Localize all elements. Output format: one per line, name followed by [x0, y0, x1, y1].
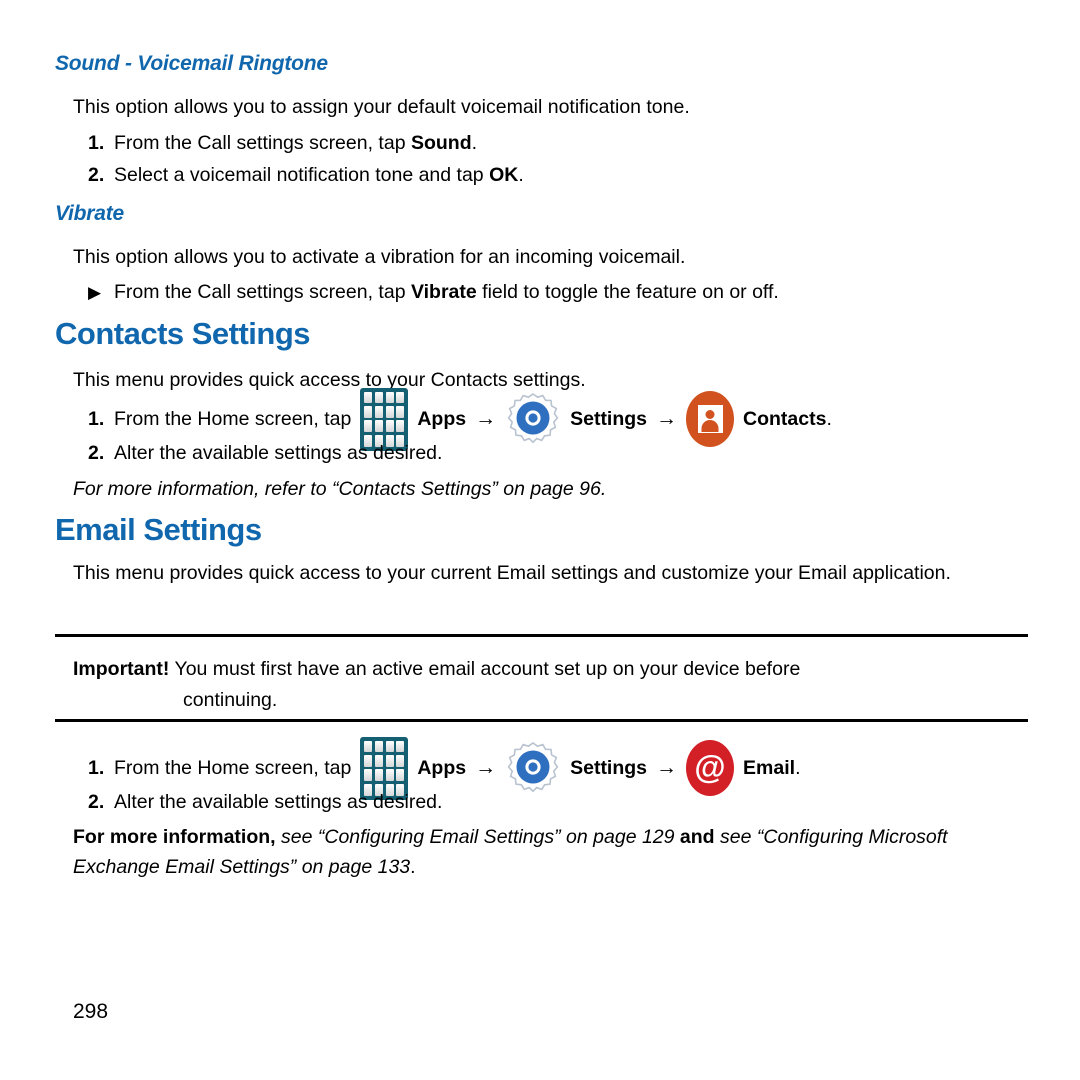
step-bold-term: Sound	[410, 132, 472, 154]
settings-label: Settings	[570, 756, 648, 779]
bullet-text: From the Call settings screen, tap	[114, 281, 411, 303]
apps-grid-cell	[396, 740, 405, 753]
paragraph-vibrate-intro: This option allows you to activate a vib…	[73, 246, 686, 268]
document-page: Sound - Voicemail Ringtone This option a…	[0, 0, 1080, 1080]
apps-label: Apps	[417, 756, 467, 779]
bullet-bold-term: Vibrate	[410, 281, 477, 303]
arrow-right-icon: →	[475, 407, 497, 430]
heading-email-settings: Email Settings	[55, 512, 262, 547]
divider-bottom	[55, 719, 1028, 722]
apps-grid-cell	[374, 391, 384, 404]
apps-grid-cell	[385, 420, 394, 433]
bullet-vibrate: ▶ From the Call settings screen, tap Vibr…	[88, 277, 779, 308]
email-at-icon[interactable]: @	[686, 740, 735, 796]
apps-grid-cell	[364, 391, 373, 404]
apps-grid-cell	[374, 405, 384, 418]
step-sound-2: 2. Select a voicemail notification tone a…	[88, 160, 524, 191]
important-note: Important! You must first have an active…	[73, 654, 1003, 716]
period: .	[410, 856, 416, 878]
step-sound-1: 1. From the Call settings screen, tap Sou…	[88, 128, 477, 159]
contacts-icon[interactable]	[686, 391, 735, 447]
apps-grid-cell	[396, 405, 405, 418]
step-text: From the Home screen, tap	[114, 407, 352, 430]
contacts-label: Contacts	[743, 407, 827, 430]
period: .	[826, 407, 832, 430]
divider-top	[55, 634, 1028, 637]
arrow-right-icon: →	[656, 407, 678, 430]
step-contacts-2: 2. Alter the available settings as desire…	[88, 438, 442, 469]
apps-grid-cell	[385, 391, 394, 404]
apps-grid-cell	[396, 391, 405, 404]
step-text: Alter the available settings as desired.	[114, 442, 443, 464]
step-text-end: .	[471, 132, 478, 154]
apps-grid-cell	[396, 754, 405, 767]
period: .	[795, 756, 801, 779]
apps-grid-cell	[364, 769, 373, 782]
page-number: 298	[73, 1000, 109, 1023]
crossref-email-settings: For more information, see “Configuring E…	[73, 822, 1013, 882]
settings-gear-icon[interactable]	[505, 740, 561, 796]
step-text: Alter the available settings as desired.	[114, 791, 443, 813]
important-label: Important!	[73, 658, 170, 680]
step-number: 1.	[88, 756, 105, 779]
step-number: 2.	[88, 164, 105, 186]
step-number: 1.	[88, 132, 105, 154]
heading-sound-voicemail-ringtone: Sound - Voicemail Ringtone	[55, 52, 328, 75]
apps-grid-cell	[385, 754, 394, 767]
step-number: 2.	[88, 442, 105, 464]
apps-grid-cell	[385, 405, 394, 418]
crossref-lead: For more information,	[73, 826, 276, 848]
apps-label: Apps	[417, 407, 467, 430]
step-bold-term: OK	[489, 164, 519, 186]
step-text-end: .	[518, 164, 524, 186]
paragraph-email-intro: This menu provides quick access to your …	[73, 562, 951, 584]
settings-label: Settings	[570, 407, 648, 430]
apps-grid-cell	[364, 740, 373, 753]
apps-grid-cell	[396, 420, 405, 433]
step-email-2: 2. Alter the available settings as desire…	[88, 787, 442, 818]
step-text: From the Home screen, tap	[114, 756, 352, 779]
person-body-shape	[701, 420, 719, 432]
apps-grid-cell	[396, 769, 405, 782]
triangle-bullet-icon: ▶	[88, 283, 102, 302]
crossref-conjunction: and	[679, 826, 715, 848]
bullet-text-end: field to toggle the feature on or off.	[476, 281, 779, 303]
important-continuation: continuing.	[183, 689, 278, 711]
heading-vibrate: Vibrate	[55, 202, 125, 225]
arrow-right-icon: →	[656, 756, 678, 779]
arrow-right-icon: →	[475, 756, 497, 779]
apps-grid-cell	[364, 420, 373, 433]
crossref-contacts-settings: For more information, refer to “Contacts…	[73, 478, 607, 500]
step-text: From the Call settings screen, tap	[114, 132, 411, 154]
apps-grid-cell	[374, 420, 384, 433]
apps-grid-cell	[374, 740, 384, 753]
crossref-ref-1: see “Configuring Email Settings” on page…	[275, 826, 680, 848]
apps-grid-cell	[385, 740, 394, 753]
email-label: Email	[743, 756, 796, 779]
apps-grid-cell	[364, 754, 373, 767]
step-text: Select a voicemail notification tone and…	[114, 164, 490, 186]
at-glyph: @	[694, 749, 726, 785]
apps-grid-cell	[374, 769, 384, 782]
heading-contacts-settings: Contacts Settings	[55, 316, 311, 351]
step-number: 2.	[88, 791, 105, 813]
settings-gear-icon[interactable]	[505, 391, 561, 447]
apps-grid-cell	[385, 769, 394, 782]
important-text: You must first have an active email acco…	[174, 658, 801, 680]
apps-grid-cell	[364, 405, 373, 418]
paragraph-sound-intro: This option allows you to assign your de…	[73, 96, 690, 118]
contacts-person-frame	[697, 405, 723, 433]
apps-grid-cell	[374, 754, 384, 767]
step-number: 1.	[88, 407, 105, 430]
person-head-shape	[705, 410, 715, 419]
